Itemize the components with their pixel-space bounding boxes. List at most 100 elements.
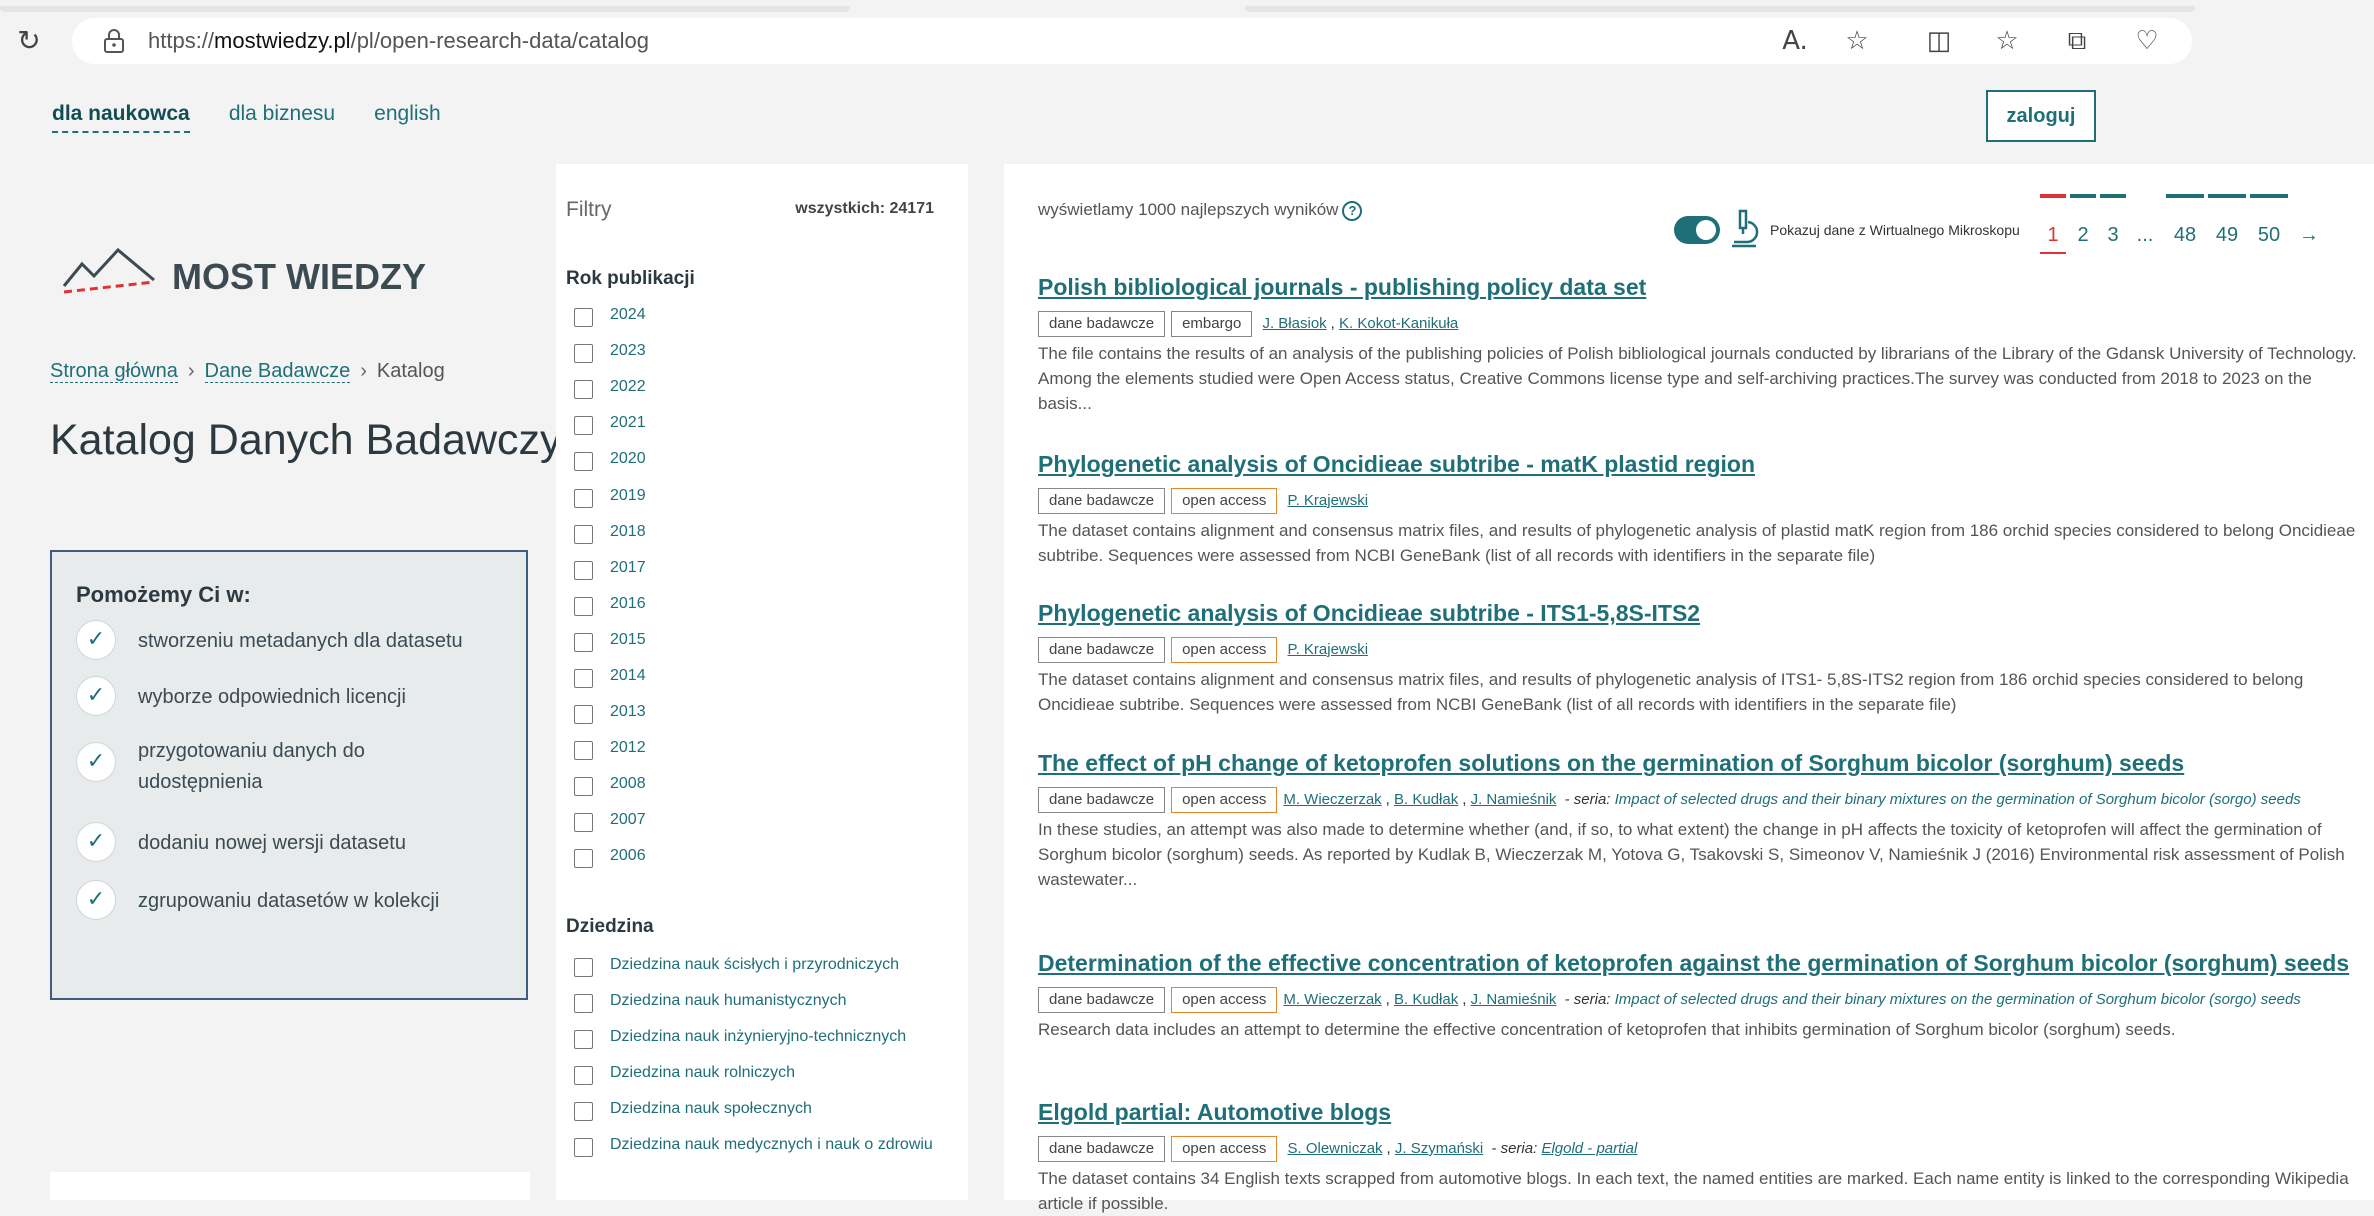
address-bar[interactable]: https://mostwiedzy.pl/pl/open-research-d… <box>72 18 2192 64</box>
author-link[interactable]: J. Błasiok <box>1262 315 1326 332</box>
browser-tab[interactable] <box>0 6 850 12</box>
checkbox[interactable] <box>574 1066 593 1085</box>
checkbox[interactable] <box>574 813 593 832</box>
breadcrumb-research-data[interactable]: Dane Badawcze <box>204 360 351 383</box>
favorites-list-icon[interactable]: ☆ <box>1990 24 2024 58</box>
microscope-toggle[interactable] <box>1674 216 1720 244</box>
result-title-link[interactable]: Elgold partial: Automotive blogs <box>1038 1099 2368 1129</box>
series-link[interactable]: Impact of selected drugs and their binar… <box>1615 791 2301 808</box>
year-label[interactable]: 2020 <box>610 450 646 468</box>
result-title-link[interactable]: Phylogenetic analysis of Oncidieae subtr… <box>1038 600 2368 630</box>
checkbox[interactable] <box>574 452 593 471</box>
page-link[interactable]: 2 <box>2070 224 2096 247</box>
nav-for-scientist[interactable]: dla naukowca <box>52 102 190 133</box>
checkbox[interactable] <box>574 669 593 688</box>
checkbox[interactable] <box>574 308 593 327</box>
field-label[interactable]: Dziedzina nauk ścisłych i przyrodniczych <box>610 956 899 974</box>
year-label[interactable]: 2012 <box>610 739 646 757</box>
page-link[interactable]: 49 <box>2208 224 2246 247</box>
author-link[interactable]: P. Krajewski <box>1288 641 1369 658</box>
checkbox[interactable] <box>574 561 593 580</box>
help-question-icon[interactable]: ? <box>1342 200 1363 221</box>
lock-icon[interactable] <box>102 28 126 54</box>
year-label[interactable]: 2008 <box>610 775 646 793</box>
result-title-link[interactable]: Phylogenetic analysis of Oncidieae subtr… <box>1038 451 2368 481</box>
field-label[interactable]: Dziedzina nauk społecznych <box>610 1100 812 1118</box>
checkbox[interactable] <box>574 416 593 435</box>
author-link[interactable]: P. Krajewski <box>1288 492 1369 509</box>
checkbox[interactable] <box>574 1138 593 1157</box>
collections-icon[interactable]: ⧉ <box>2060 24 2094 58</box>
results-panel: wyświetlamy 1000 najlepszych wyników? Po… <box>1004 164 2374 1213</box>
author-link[interactable]: B. Kudłak <box>1394 791 1458 808</box>
year-label[interactable]: 2016 <box>610 595 646 613</box>
result-title-link[interactable]: Determination of the effective concentra… <box>1038 950 2368 980</box>
page-link[interactable]: 50 <box>2250 224 2288 247</box>
year-label[interactable]: 2013 <box>610 703 646 721</box>
author-link[interactable]: B. Kudłak <box>1394 991 1458 1008</box>
result-item: Polish bibliological journals - publishi… <box>1038 274 2368 416</box>
toggle-knob <box>1696 220 1716 240</box>
year-label[interactable]: 2024 <box>610 306 646 324</box>
browser-tab[interactable] <box>1245 6 2195 12</box>
year-label[interactable]: 2014 <box>610 667 646 685</box>
most-wiedzy-logo[interactable]: MOST WIEDZY <box>60 242 440 312</box>
author-link[interactable]: J. Namieśnik <box>1471 991 1557 1008</box>
reload-icon[interactable]: ↻ <box>12 24 46 58</box>
year-label[interactable]: 2023 <box>610 342 646 360</box>
result-title-link[interactable]: The effect of pH change of ketoprofen so… <box>1038 750 2368 780</box>
checkbox[interactable] <box>574 705 593 724</box>
checkbox[interactable] <box>574 1102 593 1121</box>
year-label[interactable]: 2018 <box>610 523 646 541</box>
year-label[interactable]: 2015 <box>610 631 646 649</box>
login-button[interactable]: zaloguj <box>1986 90 2096 142</box>
field-label[interactable]: Dziedzina nauk humanistycznych <box>610 992 847 1010</box>
author-link[interactable]: M. Wieczerzak <box>1283 991 1381 1008</box>
url-text[interactable]: https://mostwiedzy.pl/pl/open-research-d… <box>148 28 649 54</box>
author-link[interactable]: J. Szymański <box>1395 1140 1483 1157</box>
read-aloud-icon[interactable]: A. <box>1778 24 1812 58</box>
year-label[interactable]: 2021 <box>610 414 646 432</box>
breadcrumb-home[interactable]: Strona główna <box>50 360 178 383</box>
checkbox[interactable] <box>574 741 593 760</box>
series-link[interactable]: Elgold - partial <box>1541 1140 1637 1157</box>
split-screen-icon[interactable]: ◫ <box>1922 24 1956 58</box>
result-tags: dane badawcze open access <box>1038 786 1283 813</box>
checkbox[interactable] <box>574 489 593 508</box>
favorite-star-icon[interactable]: ☆ <box>1840 24 1874 58</box>
author-link[interactable]: M. Wieczerzak <box>1283 791 1381 808</box>
logo-text: MOST WIEDZY <box>172 256 426 297</box>
year-label[interactable]: 2019 <box>610 487 646 505</box>
field-label[interactable]: Dziedzina nauk medycznych i nauk o zdrow… <box>610 1136 933 1154</box>
field-label[interactable]: Dziedzina nauk inżynieryjno-technicznych <box>610 1028 906 1046</box>
page-link[interactable]: 48 <box>2166 224 2204 247</box>
year-label[interactable]: 2022 <box>610 378 646 396</box>
result-title-link[interactable]: Polish bibliological journals - publishi… <box>1038 274 2368 304</box>
checkbox[interactable] <box>574 380 593 399</box>
year-label[interactable]: 2017 <box>610 559 646 577</box>
author-link[interactable]: J. Namieśnik <box>1471 791 1557 808</box>
checkbox[interactable] <box>574 344 593 363</box>
checkbox[interactable] <box>574 525 593 544</box>
checkbox[interactable] <box>574 994 593 1013</box>
year-label[interactable]: 2006 <box>610 847 646 865</box>
checkbox[interactable] <box>574 633 593 652</box>
checkbox[interactable] <box>574 958 593 977</box>
field-label[interactable]: Dziedzina nauk rolniczych <box>610 1064 795 1082</box>
checkbox[interactable] <box>574 597 593 616</box>
page-link[interactable]: 3 <box>2100 224 2126 247</box>
page-bar <box>2100 194 2126 198</box>
author-link[interactable]: S. Olewniczak <box>1288 1140 1383 1157</box>
browser-essentials-icon[interactable]: ♡ <box>2130 24 2164 58</box>
checkbox[interactable] <box>574 849 593 868</box>
series-link[interactable]: Impact of selected drugs and their binar… <box>1615 991 2301 1008</box>
author-link[interactable]: K. Kokot-Kanikuła <box>1339 315 1458 332</box>
nav-for-business[interactable]: dla biznesu <box>229 102 335 125</box>
year-label[interactable]: 2007 <box>610 811 646 829</box>
result-meta: dane badawcze embargo J. Błasiok, K. Koko… <box>1038 310 2368 337</box>
page-link-current[interactable]: 1 <box>2040 224 2066 247</box>
nav-english[interactable]: english <box>374 102 441 125</box>
checkbox[interactable] <box>574 777 593 796</box>
next-page-arrow[interactable]: → <box>2294 224 2324 247</box>
checkbox[interactable] <box>574 1030 593 1049</box>
